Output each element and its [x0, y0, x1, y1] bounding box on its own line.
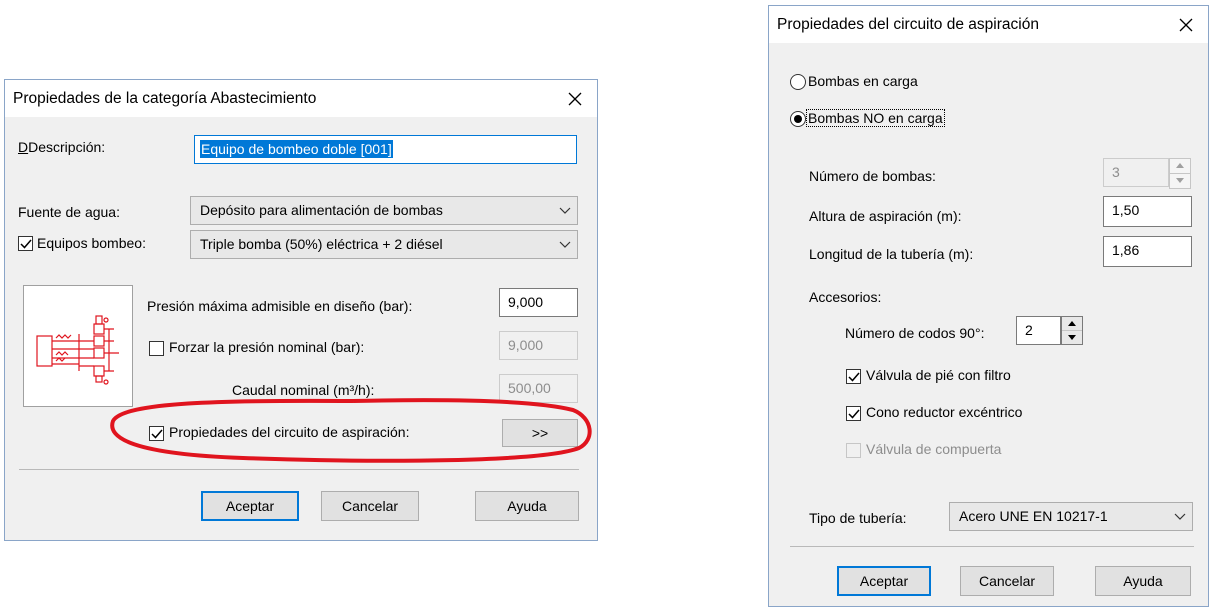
- descripcion-input[interactable]: Equipo de bombeo doble [001]: [194, 135, 577, 164]
- forzar-checkbox[interactable]: [149, 341, 164, 356]
- presion-max-label: Presión máxima admisible en diseño (bar)…: [147, 298, 412, 314]
- bombas-en-carga-radio[interactable]: [790, 74, 806, 90]
- longitud-value: 1,86: [1112, 242, 1140, 258]
- highlight-ellipse-annotation: [110, 398, 592, 463]
- longitud-label: Longitud de la tubería (m):: [809, 246, 974, 262]
- dialog-title-bar[interactable]: Propiedades de la categoría Abastecimien…: [5, 80, 597, 117]
- category-properties-dialog: Propiedades de la categoría Abastecimien…: [4, 79, 598, 541]
- fuente-value: Depósito para alimentación de bombas: [200, 202, 443, 218]
- checkmark-icon: [847, 372, 860, 382]
- num-bombas-input[interactable]: 3: [1103, 158, 1169, 187]
- fuente-select[interactable]: Depósito para alimentación de bombas: [190, 196, 578, 225]
- cono-reductor-label: Cono reductor excéntrico: [866, 404, 1023, 420]
- valvula-compuerta-label: Válvula de compuerta: [866, 441, 1002, 457]
- valvula-pie-checkbox[interactable]: [846, 369, 861, 384]
- presion-max-input[interactable]: 9,000: [499, 288, 578, 317]
- spin-down-icon[interactable]: [1170, 174, 1190, 189]
- presion-max-label-text: Presión máxima admisible en diseño (bar)…: [147, 298, 413, 314]
- codos-spinner[interactable]: [1061, 316, 1083, 345]
- ayuda-button[interactable]: Ayuda: [475, 491, 579, 521]
- dialog-title: Propiedades del circuito de aspiración: [777, 16, 1039, 33]
- dialog-separator: [19, 469, 579, 470]
- cancelar-label: Cancelar: [978, 573, 1036, 589]
- chevron-down-icon: [1174, 503, 1186, 530]
- dialog-title-bar[interactable]: Propiedades del circuito de aspiración: [769, 6, 1208, 43]
- ayuda-button[interactable]: Ayuda: [1095, 566, 1191, 596]
- fuente-label: Fuente de agua:: [18, 204, 120, 220]
- num-bombas-value: 3: [1112, 164, 1120, 180]
- bombas-no-en-carga-label: Bombas NO en carga: [806, 109, 945, 127]
- num-bombas-label: Número de bombas:: [809, 168, 936, 184]
- codos-label: Número de codos 90°:: [845, 325, 985, 341]
- altura-label: Altura de aspiración (m):: [809, 208, 962, 224]
- tipo-tuberia-value: Acero UNE EN 10217-1: [959, 508, 1108, 524]
- equipos-checkbox[interactable]: [18, 236, 33, 251]
- aceptar-button[interactable]: Aceptar: [837, 566, 931, 596]
- close-icon: [568, 92, 582, 105]
- valvula-compuerta-checkbox[interactable]: [846, 443, 861, 458]
- descripcion-value: Equipo de bombeo doble [001]: [200, 140, 393, 158]
- num-bombas-spinner[interactable]: [1169, 158, 1191, 189]
- aceptar-button[interactable]: Aceptar: [201, 491, 299, 521]
- forzar-label: Forzar la presión nominal (bar):: [169, 339, 365, 355]
- altura-value: 1,50: [1112, 202, 1140, 218]
- valvula-pie-label: Válvula de pié con filtro: [866, 367, 1011, 383]
- pump-schematic-icon: [36, 315, 119, 385]
- bombas-en-carga-label: Bombas en carga: [808, 73, 918, 89]
- ayuda-label: Ayuda: [1123, 573, 1163, 589]
- codos-input[interactable]: 2: [1016, 316, 1061, 345]
- tipo-tuberia-select[interactable]: Acero UNE EN 10217-1: [949, 502, 1193, 531]
- longitud-input[interactable]: 1,86: [1103, 236, 1192, 267]
- dialog-separator: [790, 546, 1194, 547]
- altura-input[interactable]: 1,50: [1103, 196, 1192, 227]
- chevron-down-icon: [559, 197, 571, 224]
- ayuda-label: Ayuda: [507, 498, 547, 514]
- forzar-value: 9,000: [508, 337, 544, 353]
- spin-down-icon[interactable]: [1062, 331, 1082, 345]
- checkmark-icon: [19, 239, 32, 249]
- close-button[interactable]: [553, 80, 597, 117]
- cono-reductor-checkbox[interactable]: [846, 406, 861, 421]
- descripcion-label: DDescripción:: [18, 139, 106, 155]
- aceptar-label: Aceptar: [859, 573, 909, 589]
- equipos-value: Triple bomba (50%) eléctrica + 2 diésel: [200, 236, 443, 252]
- bombas-no-en-carga-radio[interactable]: [790, 111, 806, 127]
- tipo-tuberia-label: Tipo de tubería:: [809, 510, 907, 526]
- equipos-select[interactable]: Triple bomba (50%) eléctrica + 2 diésel: [190, 230, 578, 259]
- checkmark-icon: [847, 409, 860, 419]
- aspiration-circuit-dialog: Propiedades del circuito de aspiración B…: [768, 5, 1209, 607]
- close-button[interactable]: [1164, 6, 1208, 43]
- pump-schematic-preview: [23, 285, 133, 407]
- caudal-value: 500,00: [508, 380, 551, 396]
- spin-up-icon[interactable]: [1170, 159, 1190, 174]
- cancelar-button[interactable]: Cancelar: [960, 566, 1054, 596]
- forzar-input[interactable]: 9,000: [499, 331, 578, 360]
- accesorios-label: Accesorios:: [809, 289, 882, 305]
- close-icon: [1179, 18, 1193, 31]
- dialog-title: Propiedades de la categoría Abastecimien…: [13, 90, 317, 107]
- presion-max-value: 9,000: [508, 294, 544, 310]
- cancelar-label: Cancelar: [341, 498, 399, 514]
- descripcion-label-text: Descripción:: [28, 139, 106, 155]
- spin-up-icon[interactable]: [1062, 317, 1082, 331]
- radio-selected-dot: [794, 115, 802, 123]
- equipos-label: Equipos bombeo:: [37, 235, 146, 251]
- codos-value: 2: [1025, 322, 1033, 338]
- aceptar-label: Aceptar: [225, 498, 275, 514]
- chevron-down-icon: [559, 231, 571, 258]
- tipo-tuberia-label-text: Tipo de tubería:: [809, 510, 907, 526]
- cancelar-button[interactable]: Cancelar: [321, 491, 419, 521]
